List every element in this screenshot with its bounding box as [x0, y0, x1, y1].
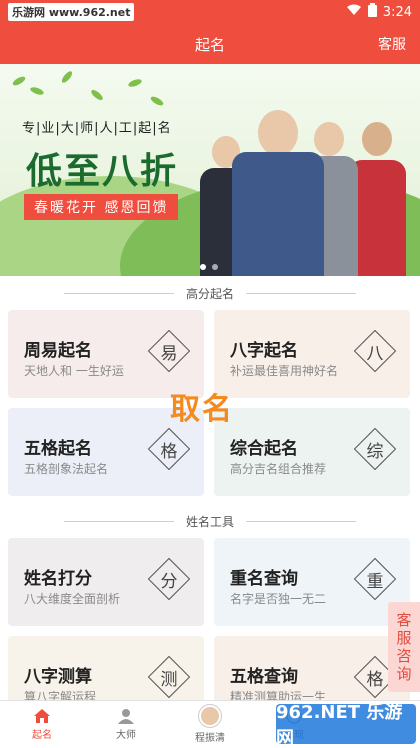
- card-title: 八字测算: [24, 667, 92, 687]
- card-title: 五格查询: [230, 667, 298, 687]
- banner-subtitle: 专|业|大|师|人|工|起|名: [22, 121, 172, 136]
- card-desc: 八大维度全面剖析: [24, 592, 121, 606]
- leaf-decoration: [29, 85, 45, 97]
- banner-tag: 春暖花开 感恩回馈: [24, 194, 179, 220]
- carousel-dot[interactable]: [212, 264, 218, 270]
- section-header: 姓名工具: [0, 504, 420, 538]
- card-char: 格: [366, 669, 384, 690]
- leaf-decoration: [89, 88, 105, 102]
- site-logo: 962.NET 乐游网: [276, 702, 416, 748]
- promo-banner[interactable]: 专|业|大|师|人|工|起|名 低至八折 春暖花开 感恩回馈: [0, 64, 420, 276]
- site-tag: 乐游网 www.962.net: [8, 3, 135, 21]
- home-icon: [34, 709, 50, 723]
- card-desc: 天地人和 一生好运: [24, 364, 124, 378]
- nav-item-master[interactable]: 大师: [84, 701, 168, 748]
- nav-item-naming[interactable]: 起名: [0, 701, 84, 748]
- card-title: 综合起名: [230, 439, 298, 459]
- card-desc: 名字是否独一无二: [230, 592, 327, 606]
- user-icon: [118, 709, 134, 724]
- watermark: 取名: [170, 392, 234, 427]
- card-char: 分: [160, 571, 178, 592]
- floating-service-button[interactable]: 客服咨询: [388, 602, 420, 692]
- status-icons: 3:24: [346, 3, 412, 21]
- section-title: 姓名工具: [185, 514, 234, 529]
- floating-service-label: 客服咨询: [396, 611, 412, 683]
- card-char: 重: [366, 571, 384, 592]
- card-char: 易: [160, 343, 178, 364]
- status-bar: 乐游网 www.962.net 3:24: [0, 0, 420, 24]
- section-header: 高分起名: [0, 276, 420, 310]
- card-desc: 五格剖象法起名: [24, 462, 109, 476]
- card-score[interactable]: 姓名打分 八大维度全面剖析 分: [8, 538, 204, 626]
- card-zonghe[interactable]: 综合起名 高分吉名组合推荐 综: [214, 408, 410, 496]
- service-button[interactable]: 客服: [378, 34, 406, 54]
- card-char: 测: [160, 669, 178, 690]
- leaf-decoration: [11, 74, 27, 88]
- master-figure: [232, 106, 324, 276]
- battery-icon: [367, 3, 377, 21]
- leaf-decoration: [127, 77, 143, 89]
- status-time: 3:24: [382, 4, 412, 20]
- carousel-dot[interactable]: [200, 264, 206, 270]
- card-title: 周易起名: [24, 341, 92, 361]
- leaf-decoration: [60, 69, 74, 85]
- nav-label: 大师: [116, 730, 136, 741]
- banner-headline: 低至八折: [26, 151, 179, 192]
- card-title: 八字起名: [230, 341, 298, 361]
- card-bazi[interactable]: 八字起名 补运最佳喜用神好名 八: [214, 310, 410, 398]
- wifi-icon: [346, 4, 362, 20]
- avatar: [199, 705, 221, 727]
- nav-label: 程振清: [195, 733, 225, 744]
- card-desc: 高分吉名组合推荐: [230, 462, 327, 476]
- card-title: 重名查询: [230, 569, 298, 589]
- carousel-dots: [200, 264, 218, 270]
- section-title: 高分起名: [185, 286, 234, 301]
- card-char: 格: [160, 441, 178, 462]
- card-char: 综: [366, 441, 384, 462]
- card-char: 八: [366, 343, 384, 364]
- card-duplicate[interactable]: 重名查询 名字是否独一无二 重: [214, 538, 410, 626]
- nav-label: 起名: [32, 730, 52, 741]
- leaf-decoration: [149, 94, 165, 108]
- card-desc: 补运最佳喜用神好名: [230, 364, 339, 378]
- card-title: 姓名打分: [24, 569, 92, 589]
- app-header: 起名 客服: [0, 24, 420, 64]
- card-title: 五格起名: [24, 439, 92, 459]
- nav-item-profile[interactable]: 程振清: [168, 701, 252, 748]
- page-title: 起名: [194, 35, 225, 54]
